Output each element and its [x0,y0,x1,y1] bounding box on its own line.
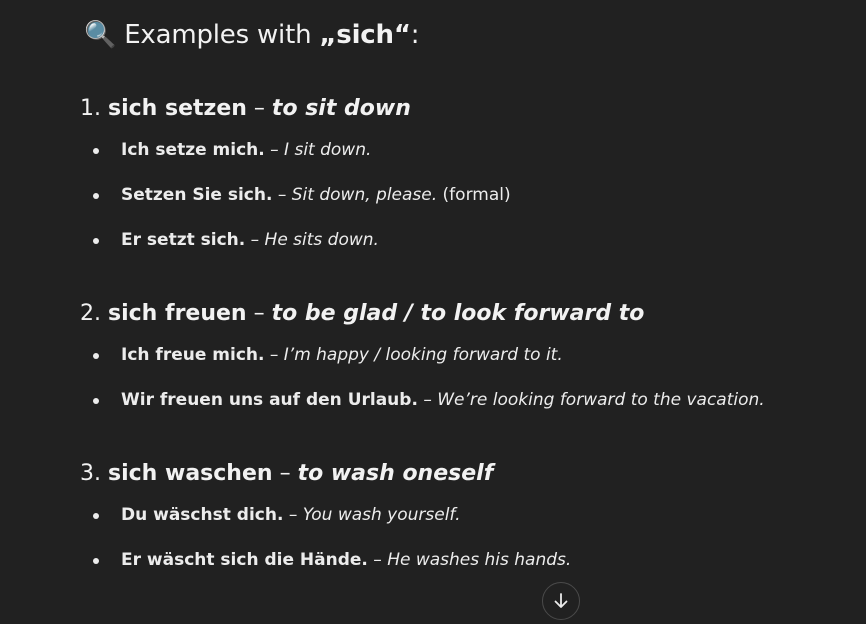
arrow-down-icon [554,593,568,608]
example-english: I sit down. [284,140,372,160]
heading-prefix: Examples with [124,20,320,50]
section-dash: – [253,96,265,121]
magnifier-icon: 🔍 [84,20,117,50]
section-heading: 3. sich waschen – to wash oneself [80,458,820,490]
list-item: Ich setze mich. – I sit down. [80,134,820,179]
example-german: Setzen Sie sich. [121,185,273,205]
section-verb: sich waschen [108,461,273,486]
example-note: (formal) [442,185,511,205]
example-dash: – [269,345,279,365]
heading-keyword: „sich“ [319,20,411,50]
section-number: 3. [80,461,101,486]
list-item: Du wäschst dich. – You wash yourself. [80,499,820,544]
example-list: Du wäschst dich. – You wash yourself. Er… [80,499,820,589]
example-english: He sits down. [264,230,379,250]
example-list: Ich freue mich. – I’m happy / looking fo… [80,339,820,429]
list-item: Er wäscht sich die Hände. – He washes hi… [80,544,820,589]
example-english: We’re looking forward to the vacation. [437,390,765,410]
example-english: You wash yourself. [302,505,461,525]
section-dash: – [279,461,291,486]
section-translation: to be glad / to look forward to [271,301,645,326]
section-sich-waschen: 3. sich waschen – to wash oneself Du wäs… [80,458,820,589]
section-verb: sich freuen [108,301,247,326]
section-verb: sich setzen [108,96,247,121]
list-item: Er setzt sich. – He sits down. [80,224,820,269]
list-item: Wir freuen uns auf den Urlaub. – We’re l… [80,384,820,429]
example-german: Du wäschst dich. [121,505,284,525]
example-english: He washes his hands. [387,550,572,570]
section-sich-setzen: 1. sich setzen – to sit down Ich setze m… [80,93,820,269]
scroll-to-bottom-button[interactable] [542,582,580,620]
example-dash: – [250,230,260,250]
example-dash: – [277,185,287,205]
list-item: Ich freue mich. – I’m happy / looking fo… [80,339,820,384]
section-translation: to wash oneself [297,461,494,486]
example-list: Ich setze mich. – I sit down. Setzen Sie… [80,134,820,269]
example-dash: – [288,505,298,525]
examples-heading: 🔍 Examples with „sich“: [84,20,419,50]
example-english: Sit down, please. [291,185,438,205]
list-item: Setzen Sie sich. – Sit down, please. (fo… [80,179,820,224]
section-sich-freuen: 2. sich freuen – to be glad / to look fo… [80,298,820,429]
example-dash: – [373,550,382,570]
example-dash: – [270,140,279,160]
example-german: Wir freuen uns auf den Urlaub. [121,390,418,410]
heading-suffix: : [410,20,420,50]
section-number: 2. [80,301,101,326]
example-german: Ich setze mich. [121,140,265,160]
section-dash: – [253,301,265,326]
section-number: 1. [80,96,101,121]
section-translation: to sit down [271,96,411,121]
example-german: Er setzt sich. [121,230,246,250]
example-dash: – [423,390,432,410]
example-german: Er wäscht sich die Hände. [121,550,368,570]
section-heading: 1. sich setzen – to sit down [80,93,820,125]
example-english: I’m happy / looking forward to it. [283,345,563,365]
example-german: Ich freue mich. [121,345,265,365]
section-heading: 2. sich freuen – to be glad / to look fo… [80,298,820,330]
